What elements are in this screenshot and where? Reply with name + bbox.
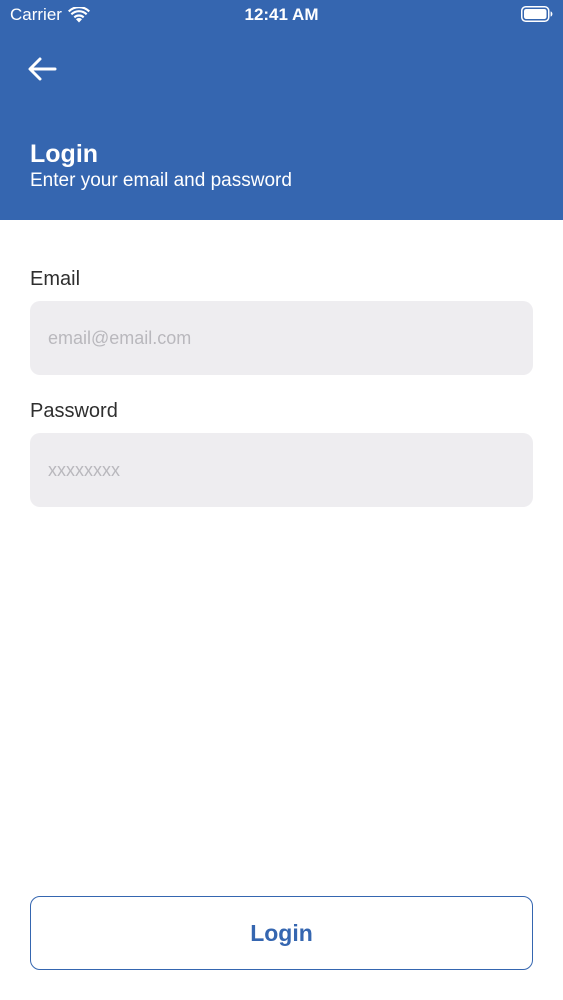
page-subtitle: Enter your email and password — [30, 170, 292, 191]
password-label: Password — [30, 400, 118, 422]
arrow-left-icon — [28, 57, 57, 81]
login-screen: Carrier 12:41 AM Login Enter your email … — [0, 0, 563, 1000]
password-field[interactable] — [30, 433, 533, 507]
status-bar: Carrier 12:41 AM — [0, 0, 563, 30]
email-field[interactable] — [30, 301, 533, 375]
status-time: 12:41 AM — [244, 5, 319, 24]
back-button[interactable] — [24, 52, 60, 86]
page-title: Login — [30, 140, 99, 168]
battery-icon — [521, 6, 553, 22]
header: Carrier 12:41 AM Login Enter your email … — [0, 0, 563, 220]
header-title-block: Login Enter your email and password — [30, 138, 292, 194]
login-button[interactable]: Login — [30, 896, 533, 970]
email-label: Email — [30, 268, 81, 290]
